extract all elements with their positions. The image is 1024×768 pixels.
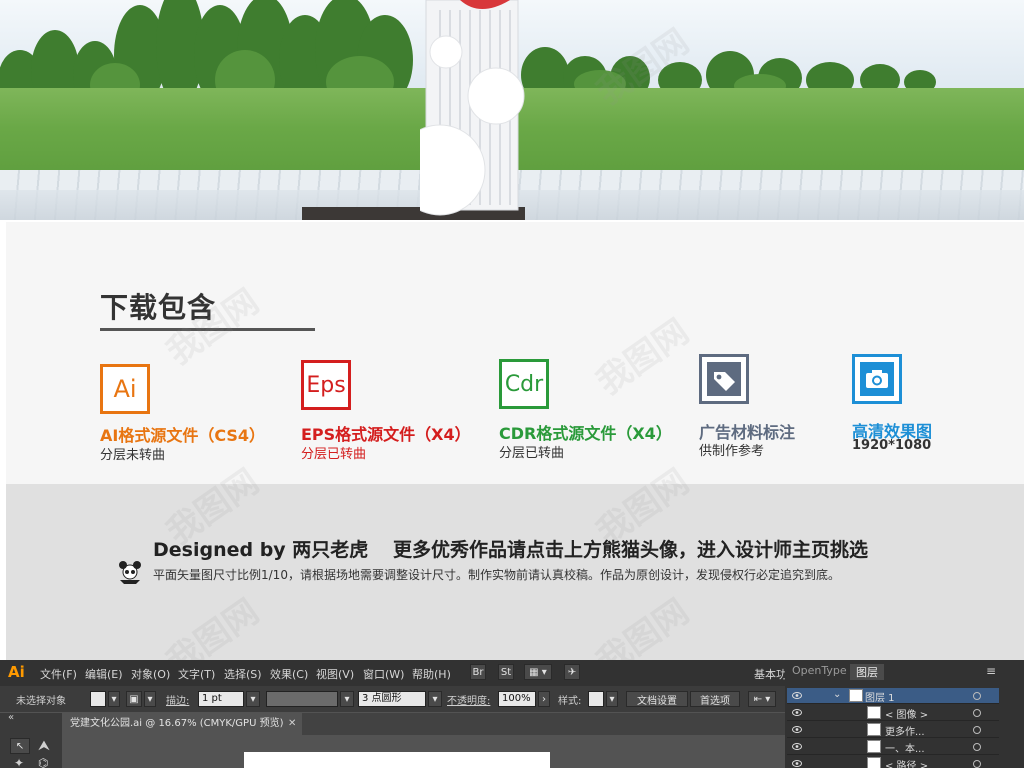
layer-row[interactable]: < 图像 >: [787, 705, 999, 721]
tag-sub: 供制作参考: [699, 444, 765, 459]
bridge-icon[interactable]: Br: [470, 664, 486, 680]
eps-file-icon-label: Eps: [306, 372, 346, 398]
layer-thumbnail: [849, 689, 863, 702]
style-swatch[interactable]: [588, 691, 604, 707]
usage-note: 平面矢量图尺寸比例1/10，请根据场地需要调整设计尺寸。制作实物前请认真校稿。作…: [153, 568, 840, 582]
opacity-field[interactable]: 100%: [498, 691, 536, 707]
menu-effect[interactable]: 效果(C): [270, 666, 308, 682]
gpu-icon[interactable]: ✈: [564, 664, 580, 680]
magic-wand-tool-icon[interactable]: ✦: [14, 756, 24, 768]
layer-name: 更多作...: [885, 727, 925, 738]
stroke-weight-field[interactable]: 1 pt: [198, 691, 244, 707]
layer-thumbnail: [867, 757, 881, 768]
ai-file-icon-label: Ai: [113, 375, 137, 403]
close-tab-icon[interactable]: ✕: [288, 718, 296, 729]
fill-swatch[interactable]: [90, 691, 106, 707]
arrange-icon[interactable]: ▦ ▾: [524, 664, 552, 680]
document-tab[interactable]: 党建文化公园.ai @ 16.67% (CMYK/GPU 预览): [62, 713, 302, 735]
fill-dropdown[interactable]: ▾: [108, 691, 120, 707]
eps-file-title: EPS格式源文件（X4）: [301, 425, 471, 444]
stroke-dropdown[interactable]: ▾: [144, 691, 156, 707]
eps-file-sub: 分层已转曲: [301, 447, 367, 462]
tools-collapse-icon[interactable]: «: [8, 712, 14, 723]
camera-icon: [852, 354, 902, 404]
menu-window[interactable]: 窗口(W): [363, 666, 404, 682]
style-dropdown[interactable]: ▾: [606, 691, 618, 707]
arrange-docs-icon[interactable]: ⇤ ▾: [748, 691, 776, 707]
app-logo: Ai: [8, 663, 25, 681]
menu-help[interactable]: 帮助(H): [412, 666, 451, 682]
layer-thumbnail: [867, 706, 881, 719]
layer-name: 一、本...: [885, 744, 925, 755]
monument-sculpture: [420, 0, 525, 216]
menu-select[interactable]: 选择(S): [224, 666, 262, 682]
layer-row[interactable]: ⌄ 图层 1: [787, 688, 999, 704]
camera-sub: 1920*1080: [852, 438, 932, 453]
eye-icon[interactable]: [792, 725, 802, 734]
eye-icon[interactable]: [792, 708, 802, 717]
layer-row[interactable]: 一、本...: [787, 739, 999, 755]
tab-layers[interactable]: 图层: [850, 664, 884, 680]
stroke-swatch[interactable]: ▣: [126, 691, 142, 707]
opacity-arrow[interactable]: ›: [538, 691, 550, 707]
menu-edit[interactable]: 编辑(E): [85, 666, 123, 682]
artboard[interactable]: [244, 752, 550, 768]
brush-field[interactable]: 3 点圆形: [358, 691, 426, 707]
preferences-button[interactable]: 首选项: [690, 691, 740, 707]
layer-thumbnail: [867, 723, 881, 736]
variable-width-field[interactable]: [266, 691, 338, 707]
target-icon[interactable]: [973, 726, 981, 734]
layer-name: < 图像 >: [885, 710, 929, 721]
layer-name: < 路径 >: [885, 761, 929, 768]
menu-object[interactable]: 对象(O): [131, 666, 170, 682]
selection-tool-icon[interactable]: ↖: [10, 738, 30, 754]
ai-file-sub: 分层未转曲: [100, 448, 166, 463]
panda-avatar-icon[interactable]: [116, 558, 144, 584]
expand-icon[interactable]: ⌄: [833, 689, 841, 700]
menu-type[interactable]: 文字(T): [178, 666, 215, 682]
layer-thumbnail: [867, 740, 881, 753]
tab-opentype[interactable]: OpenType: [792, 664, 847, 677]
opacity-label: 不透明度:: [447, 696, 491, 707]
brush-dropdown[interactable]: ▾: [428, 691, 442, 707]
eps-file-icon: Eps: [301, 360, 351, 410]
selection-status: 未选择对象: [16, 696, 66, 707]
target-icon[interactable]: [973, 692, 981, 700]
eye-icon[interactable]: [792, 691, 802, 700]
target-icon[interactable]: [973, 743, 981, 751]
cdr-file-icon: Cdr: [499, 359, 549, 409]
menu-file[interactable]: 文件(F): [40, 666, 77, 682]
tag-icon: [699, 354, 749, 404]
eye-icon[interactable]: [792, 759, 802, 768]
stroke-label: 描边:: [166, 696, 190, 707]
direct-selection-tool-icon[interactable]: ⮝: [38, 738, 50, 754]
variable-width-dropdown[interactable]: ▾: [340, 691, 354, 707]
target-icon[interactable]: [973, 760, 981, 768]
page: 下载包含 Ai AI格式源文件（CS4） 分层未转曲 Eps EPS格式源文件（…: [0, 0, 1024, 768]
ai-file-title: AI格式源文件（CS4）: [100, 426, 266, 445]
workspace-switcher[interactable]: 基本功: [754, 666, 787, 682]
lasso-tool-icon[interactable]: ⌬: [38, 756, 48, 768]
target-icon[interactable]: [973, 709, 981, 717]
eye-icon[interactable]: [792, 742, 802, 751]
layer-row[interactable]: 更多作...: [787, 722, 999, 738]
document-setup-button[interactable]: 文档设置: [626, 691, 688, 707]
stroke-weight-dropdown[interactable]: ▾: [246, 691, 260, 707]
cdr-file-sub: 分层已转曲: [499, 446, 565, 461]
ai-file-icon: Ai: [100, 364, 150, 414]
cdr-file-icon-label: Cdr: [504, 371, 544, 397]
layer-row[interactable]: < 路径 >: [787, 756, 999, 768]
panel-menu-icon[interactable]: ≡: [986, 664, 996, 678]
cdr-file-title: CDR格式源文件（X4）: [499, 424, 672, 443]
stock-icon[interactable]: St: [498, 664, 514, 680]
style-label: 样式:: [558, 696, 582, 707]
hero-photo: [0, 0, 1024, 220]
menu-view[interactable]: 视图(V): [316, 666, 354, 682]
layer-name: 图层 1: [865, 693, 895, 704]
